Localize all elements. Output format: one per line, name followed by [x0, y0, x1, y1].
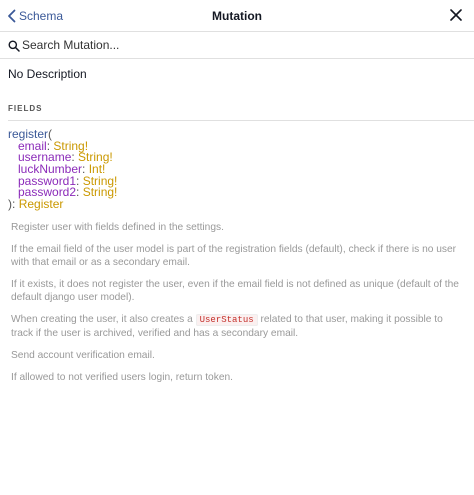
section-divider — [8, 120, 474, 121]
inline-code: UserStatus — [195, 314, 258, 326]
description-text: When creating the user, it also creates … — [11, 314, 196, 325]
arg-type-link[interactable]: String! — [83, 185, 118, 199]
type-description: No Description — [8, 67, 87, 81]
close-icon[interactable] — [450, 9, 462, 21]
search-icon — [8, 40, 20, 52]
description-paragraph: Send account verification email. — [11, 350, 155, 361]
field-register: register( email: String! username: Strin… — [8, 128, 118, 212]
close-paren: ): — [8, 197, 16, 212]
page-title: Mutation — [212, 9, 262, 23]
description-paragraph: Register user with fields defined in the… — [11, 222, 224, 233]
description-paragraph: If it exists, it does not register the u… — [11, 279, 459, 303]
doc-explorer-header: Schema Mutation — [0, 0, 474, 32]
fields-section-title: FIELDS — [8, 104, 43, 113]
return-type-link[interactable]: Register — [19, 197, 64, 211]
field-description: Register user with fields defined in the… — [11, 221, 463, 393]
search-input[interactable] — [22, 37, 462, 53]
search-bar — [0, 32, 474, 59]
description-paragraph: When creating the user, it also creates … — [11, 313, 463, 340]
description-paragraph: If the email field of the user model is … — [11, 244, 457, 268]
description-paragraph: If allowed to not verified users login, … — [11, 372, 233, 383]
